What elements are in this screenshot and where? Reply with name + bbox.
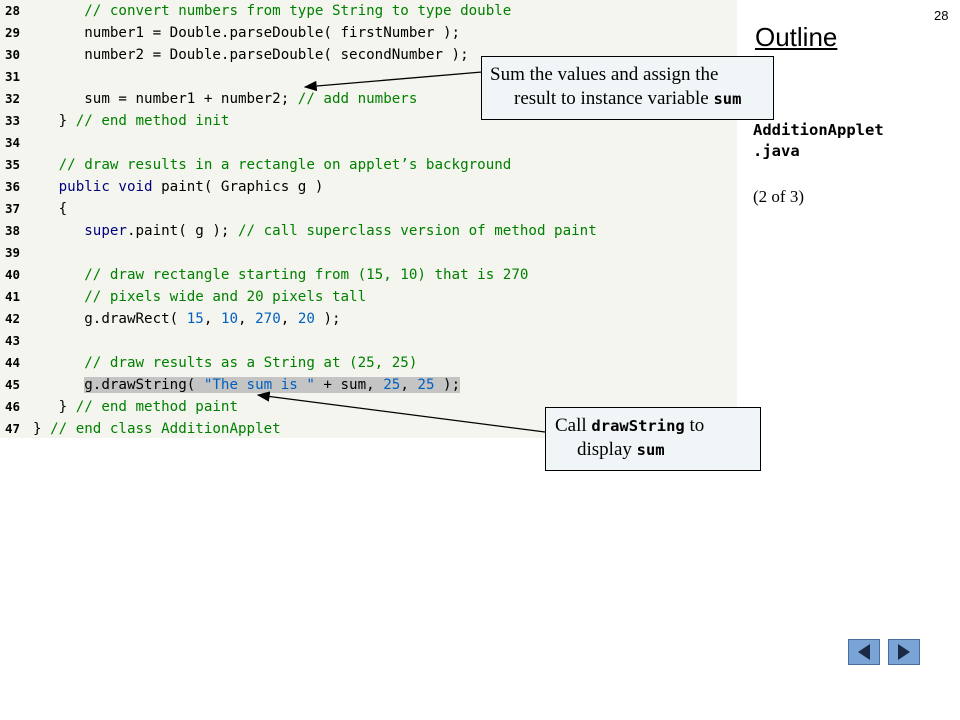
- code-text: number2 = Double.parseDouble( secondNumb…: [33, 44, 469, 66]
- slide-number: 28: [934, 8, 949, 23]
- code-text: } // end method paint: [33, 396, 238, 418]
- code-text: public void paint( Graphics g ): [33, 176, 324, 198]
- drawstring-callout-line2-text: display: [577, 439, 637, 460]
- line-number: 47: [5, 421, 21, 436]
- line-number: 40: [5, 267, 21, 282]
- code-token: }: [58, 399, 76, 415]
- drawstring-callout-code: drawString: [591, 417, 685, 435]
- code-token: ,: [400, 377, 418, 393]
- code-text: {: [33, 198, 68, 220]
- drawstring-callout-text: Call: [555, 415, 592, 436]
- code-token: // call superclass version of method pai…: [238, 223, 597, 239]
- line-number: 31: [5, 69, 21, 84]
- code-text: // pixels wide and 20 pixels tall: [33, 286, 366, 308]
- code-token: // end class AdditionApplet: [50, 421, 281, 437]
- code-text: sum = number1 + number2; // add numbers: [33, 88, 417, 110]
- line-number: 32: [5, 91, 21, 106]
- sum-callout-line1: Sum the values and assign the: [490, 64, 719, 85]
- drawstring-callout-line2-code: sum: [636, 441, 665, 459]
- outline-title: Outline: [755, 22, 838, 52]
- code-token: // end method paint: [75, 399, 239, 415]
- line-number: 45: [5, 377, 21, 392]
- code-text: number1 = Double.parseDouble( firstNumbe…: [33, 22, 460, 44]
- code-token: ,: [280, 311, 298, 327]
- code-text: super.paint( g ); // call superclass ver…: [33, 220, 597, 242]
- drawstring-callout: Call drawString to display sum: [545, 407, 761, 471]
- code-token: // draw results as a String at (25, 25): [84, 355, 418, 371]
- code-token: {: [58, 201, 68, 217]
- code-token: ,: [238, 311, 256, 327]
- code-token: // convert numbers from type String to t…: [84, 3, 512, 19]
- line-number: 43: [5, 333, 21, 348]
- code-token: // pixels wide and 20 pixels tall: [84, 289, 367, 305]
- code-token: number1 = Double.parseDouble( firstNumbe…: [84, 25, 461, 41]
- line-number: 36: [5, 179, 21, 194]
- code-token: paint( Graphics g ): [152, 179, 324, 195]
- part-indicator: (2 of 3): [753, 187, 804, 206]
- code-token: + sum,: [314, 377, 384, 393]
- previous-slide-button[interactable]: [848, 639, 880, 665]
- code-token: "The sum is ": [203, 377, 315, 393]
- line-number: 30: [5, 47, 21, 62]
- code-token: 15: [186, 311, 204, 327]
- line-number: 35: [5, 157, 21, 172]
- line-number: 29: [5, 25, 21, 40]
- line-number: 28: [5, 3, 21, 18]
- code-token: }: [33, 421, 51, 437]
- code-token: 10: [220, 311, 239, 327]
- code-token: // draw rectangle starting from (15, 10)…: [84, 267, 529, 283]
- code-token: }: [58, 113, 76, 129]
- code-token: 270: [255, 311, 281, 327]
- code-text: g.drawString( "The sum is " + sum, 25, 2…: [33, 374, 461, 396]
- code-token: .paint( g );: [126, 223, 239, 239]
- code-token: );: [434, 377, 461, 393]
- file-name-line2: .java: [753, 142, 800, 160]
- code-text: // draw rectangle starting from (15, 10)…: [33, 264, 528, 286]
- code-token: // add numbers: [297, 91, 418, 107]
- code-token: // end method init: [75, 113, 230, 129]
- sum-callout-line2-text: result to instance variable: [514, 88, 714, 109]
- line-number: 37: [5, 201, 21, 216]
- triangle-right-icon: [898, 644, 910, 660]
- code-text: } // end method init: [33, 110, 230, 132]
- line-number: 33: [5, 113, 21, 128]
- code-text: // convert numbers from type String to t…: [33, 0, 511, 22]
- line-number: 34: [5, 135, 21, 150]
- code-token: super: [84, 223, 127, 239]
- line-number: 44: [5, 355, 21, 370]
- line-number: 39: [5, 245, 21, 260]
- code-token: number2 = Double.parseDouble( secondNumb…: [84, 47, 469, 63]
- line-number: 42: [5, 311, 21, 326]
- code-token: // draw results in a rectangle on applet…: [58, 157, 512, 173]
- code-token: 25: [383, 377, 401, 393]
- line-number: 41: [5, 289, 21, 304]
- code-token: public void: [58, 179, 153, 195]
- triangle-left-icon: [858, 644, 870, 660]
- sum-callout: Sum the values and assign the result to …: [481, 56, 774, 120]
- code-token: sum = number1 + number2;: [84, 91, 298, 107]
- code-text: // draw results as a String at (25, 25): [33, 352, 417, 374]
- line-number: 46: [5, 399, 21, 414]
- code-token: g.drawString(: [84, 377, 204, 393]
- code-token: g.drawRect(: [84, 311, 187, 327]
- line-number: 38: [5, 223, 21, 238]
- drawstring-callout-after: to: [684, 415, 705, 436]
- code-text: // draw results in a rectangle on applet…: [33, 154, 512, 176]
- code-token: 25: [417, 377, 435, 393]
- sum-callout-code: sum: [713, 90, 742, 108]
- next-slide-button[interactable]: [888, 639, 920, 665]
- code-text: } // end class AdditionApplet: [33, 418, 281, 440]
- code-token: 20: [297, 311, 315, 327]
- file-name-line1: AdditionApplet: [753, 121, 884, 139]
- code-text: g.drawRect( 15, 10, 270, 20 );: [33, 308, 341, 330]
- code-token: );: [314, 311, 341, 327]
- code-token: ,: [203, 311, 221, 327]
